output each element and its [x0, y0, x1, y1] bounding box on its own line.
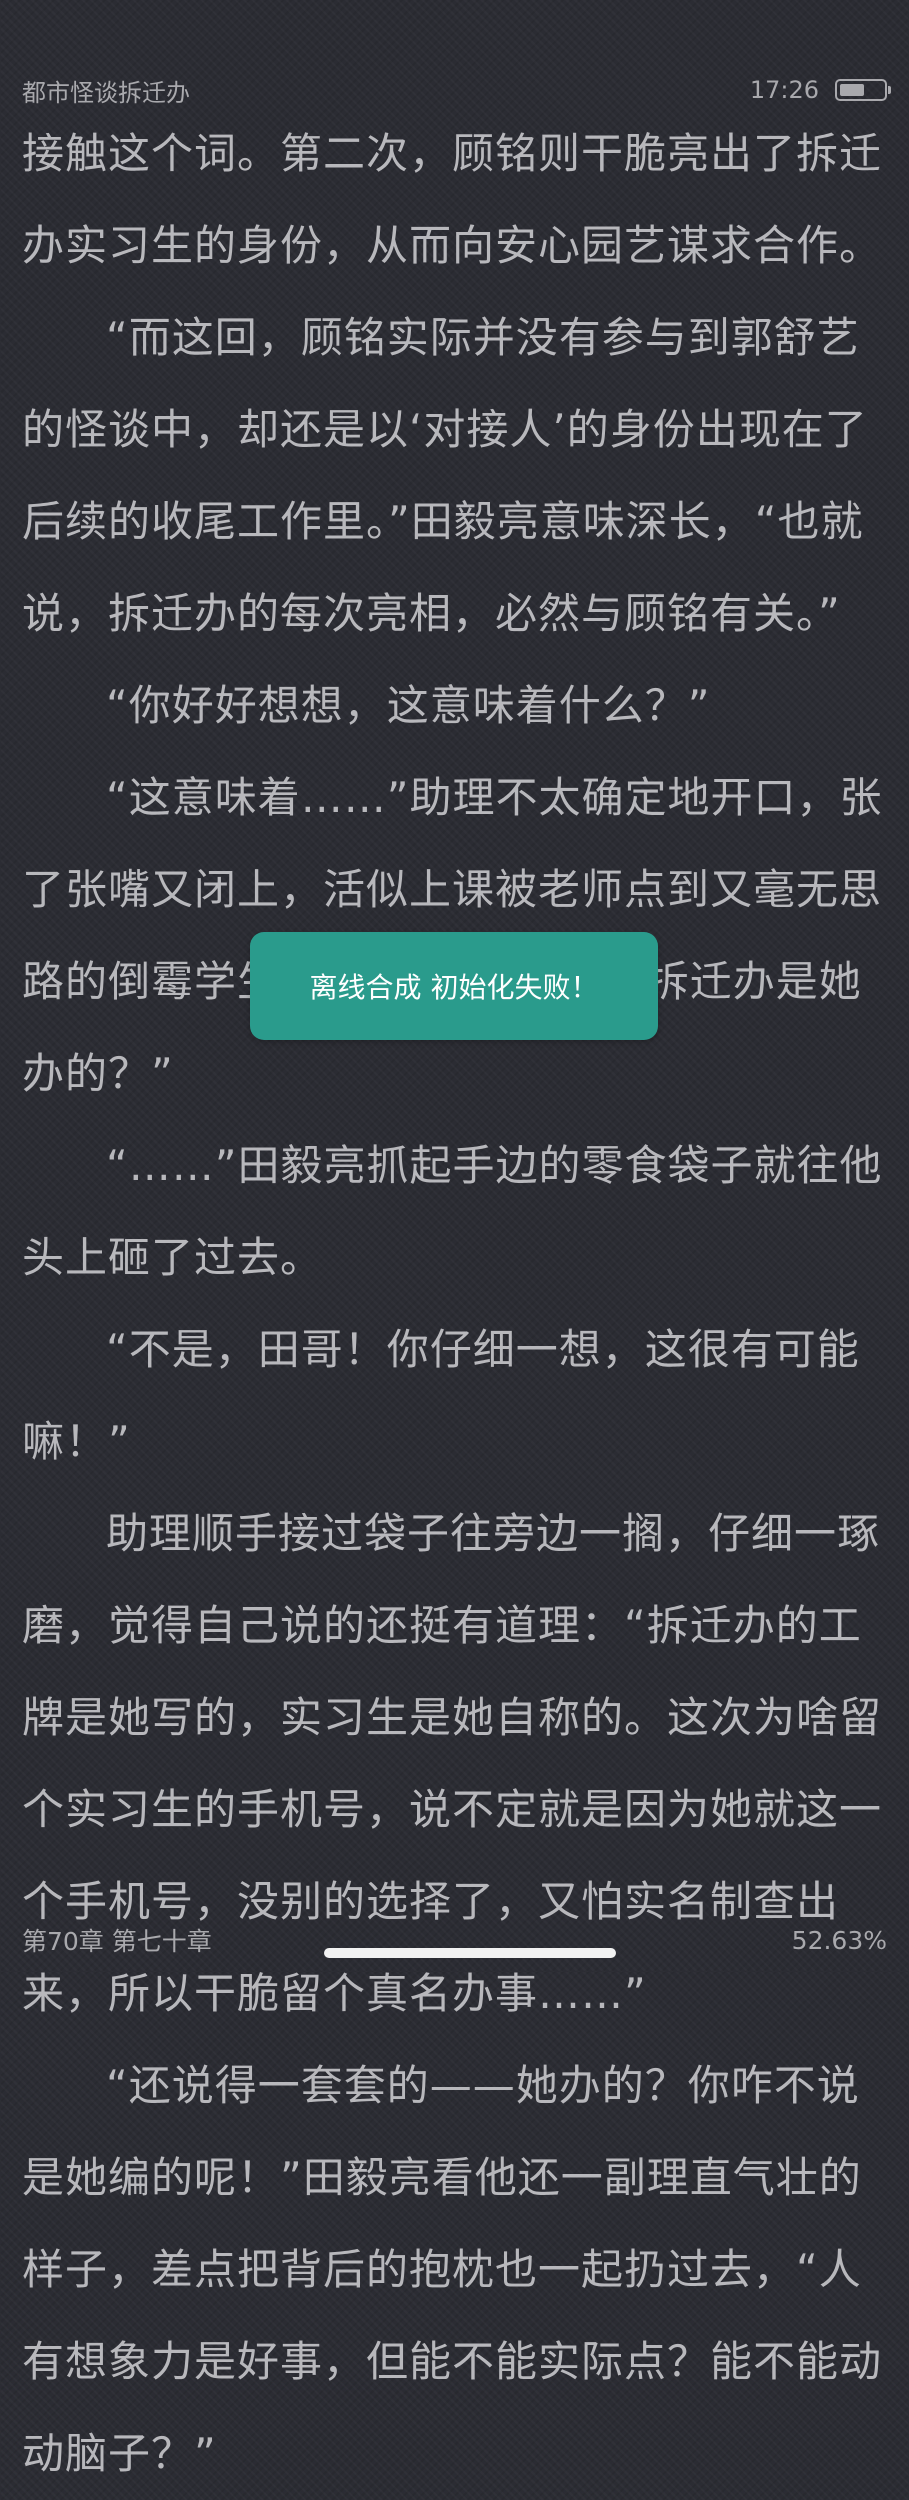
clock-time: 17:26: [749, 76, 819, 104]
toast-notification: 离线合成 初始化失败！: [250, 932, 658, 1040]
paragraph: “还说得一套套的——她办的？你咋不说是她编的呢！”田毅亮看他还一副理直气壮的样子…: [22, 2061, 883, 2478]
book-title: 都市怪谈拆迁办: [22, 78, 190, 107]
reading-progress: 52.63%: [791, 1925, 887, 1955]
paragraph: “不是，田哥！你仔细一想，这很有可能嘛！”: [22, 1325, 860, 1466]
paragraph: “而这回，顾铭实际并没有参与到郭舒艺的怪谈中，却还是以‘对接人’的身份出现在了后…: [22, 313, 868, 638]
paragraph: “……”田毅亮抓起手边的零食袋子就往他头上砸了过去。: [22, 1141, 883, 1282]
paragraph-continued: 接触这个词。第二次，顾铭则干脆亮出了拆迁办实习生的身份，从而向安心园艺谋求合作。: [22, 129, 883, 270]
battery-level-fill: [840, 84, 865, 96]
battery-icon: [835, 79, 891, 101]
home-indicator[interactable]: [324, 1948, 616, 1958]
reading-page-text[interactable]: 接触这个词。第二次，顾铭则干脆亮出了拆迁办实习生的身份，从而向安心园艺谋求合作。…: [22, 108, 890, 2500]
toast-message: 离线合成 初始化失败！: [309, 971, 599, 1004]
status-right: 17:26: [749, 76, 891, 104]
paragraph: “你好好想想，这意味着什么？”: [106, 681, 711, 730]
status-bar: 都市怪谈拆迁办 17:26: [22, 70, 891, 110]
chapter-label: 第70章 第七十章: [22, 1927, 212, 1956]
